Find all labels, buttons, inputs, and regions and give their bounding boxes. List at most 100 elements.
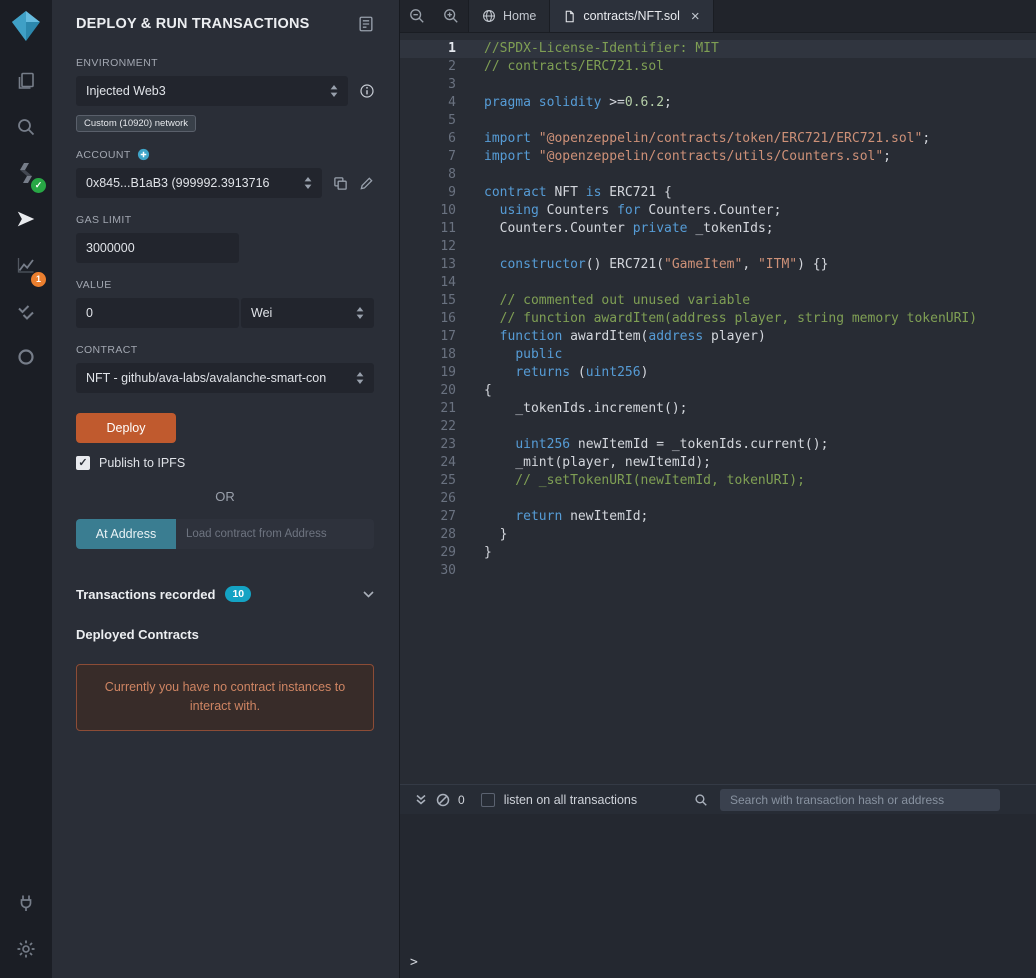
remix-logo-icon: [12, 11, 40, 41]
code-line-10[interactable]: 10 using Counters for Counters.Counter;: [400, 202, 1036, 220]
solidity-compiler-icon[interactable]: ✓: [0, 150, 52, 196]
zoom-in-icon[interactable]: [434, 0, 468, 32]
plugin-manager-icon[interactable]: [0, 880, 52, 926]
code-line-24[interactable]: 24 _mint(player, newItemId);: [400, 454, 1036, 472]
listen-transactions-checkbox[interactable]: [480, 792, 495, 807]
code-line-12[interactable]: 12: [400, 238, 1036, 256]
code-line-17[interactable]: 17 function awardItem(address player): [400, 328, 1036, 346]
publish-to-ipfs-checkbox[interactable]: ✓: [76, 456, 90, 470]
edit-account-icon[interactable]: [359, 176, 374, 191]
line-number: 29: [440, 545, 456, 560]
recorder-list-icon[interactable]: [357, 15, 375, 33]
line-number: 22: [440, 419, 456, 434]
line-content: constructor() ERC721("GameItem", "ITM") …: [499, 257, 829, 272]
line-number: 19: [440, 365, 456, 380]
line-content: import "@openzeppelin/contracts/token/ER…: [484, 131, 931, 146]
code-line-6[interactable]: 6 import "@openzeppelin/contracts/token/E…: [400, 130, 1036, 148]
code-line-8[interactable]: 8: [400, 166, 1036, 184]
panel-title: DEPLOY & RUN TRANSACTIONS: [76, 16, 310, 32]
account-selected: 0x845...B1aB3 (999992.3913716: [86, 176, 270, 190]
static-analysis-icon[interactable]: 1: [0, 242, 52, 288]
tab-nft-sol[interactable]: contracts/NFT.sol ×: [550, 0, 714, 32]
copy-account-icon[interactable]: [333, 176, 348, 191]
code-line-26[interactable]: 26: [400, 490, 1036, 508]
toggle-terminal-icon[interactable]: [410, 794, 432, 806]
value-input[interactable]: [76, 298, 239, 328]
clear-console-icon[interactable]: [432, 793, 454, 807]
at-address-button[interactable]: At Address: [76, 519, 176, 549]
zoom-out-icon[interactable]: [400, 0, 434, 32]
code-line-19[interactable]: 19 returns (uint256): [400, 364, 1036, 382]
code-line-21[interactable]: 21 _tokenIds.increment();: [400, 400, 1036, 418]
line-content: [456, 76, 484, 94]
line-content: [456, 112, 484, 130]
line-number: 4: [448, 95, 456, 110]
code-line-4[interactable]: 4 pragma solidity >=0.6.2;: [400, 94, 1036, 112]
line-content: [456, 562, 484, 580]
editor-area: Home contracts/NFT.sol × 1 //SPDX-License…: [400, 0, 1036, 978]
tab-home-label: Home: [503, 9, 537, 23]
search-icon[interactable]: [0, 104, 52, 150]
code-line-13[interactable]: 13 constructor() ERC721("GameItem", "ITM…: [400, 256, 1036, 274]
line-content: returns (uint256): [515, 365, 649, 380]
terminal-search-icon: [690, 793, 712, 807]
code-line-25[interactable]: 25 // _setTokenURI(newItemId, tokenURI);: [400, 472, 1036, 490]
code-line-2[interactable]: 2 // contracts/ERC721.sol: [400, 58, 1036, 76]
contract-select[interactable]: NFT - github/ava-labs/avalanche-smart-co…: [76, 363, 374, 393]
tab-home[interactable]: Home: [468, 0, 551, 32]
environment-select[interactable]: Injected Web3: [76, 76, 348, 106]
line-content: public: [515, 347, 563, 362]
environment-info-icon[interactable]: [360, 84, 374, 98]
line-content: import "@openzeppelin/contracts/utils/Co…: [484, 149, 891, 164]
code-line-7[interactable]: 7 import "@openzeppelin/contracts/utils/C…: [400, 148, 1036, 166]
code-line-20[interactable]: 20 {: [400, 382, 1036, 400]
code-line-14[interactable]: 14: [400, 274, 1036, 292]
chevron-down-icon[interactable]: [363, 585, 374, 603]
line-number: 15: [440, 293, 456, 308]
code-editor[interactable]: 1 //SPDX-License-Identifier: MIT 2 // contr…: [400, 33, 1036, 784]
line-content: [456, 238, 484, 256]
code-line-27[interactable]: 27 return newItemId;: [400, 508, 1036, 526]
line-number: 2: [448, 59, 456, 74]
environment-label: ENVIRONMENT: [76, 57, 158, 69]
code-line-1[interactable]: 1 //SPDX-License-Identifier: MIT: [400, 40, 1036, 58]
settings-icon[interactable]: [0, 926, 52, 972]
line-content: using Counters for Counters.Counter;: [499, 203, 782, 218]
gas-limit-input[interactable]: [76, 233, 239, 263]
file-explorer-icon[interactable]: [0, 58, 52, 104]
add-account-icon[interactable]: [137, 148, 150, 161]
code-line-15[interactable]: 15 // commented out unused variable: [400, 292, 1036, 310]
remix-ide: ✓ 1 DEPLOY & RUN TRANSACTIONS ENVIRONMEN…: [0, 0, 1036, 978]
transactions-recorded-toggle[interactable]: Transactions recorded 10: [76, 585, 374, 603]
account-select[interactable]: 0x845...B1aB3 (999992.3913716: [76, 168, 322, 198]
line-number: 13: [440, 257, 456, 272]
line-content: contract NFT is ERC721 {: [484, 185, 672, 200]
network-badge: Custom (10920) network: [76, 115, 197, 132]
code-lines: 1 //SPDX-License-Identifier: MIT 2 // contr…: [400, 40, 1036, 580]
code-line-5[interactable]: 5: [400, 112, 1036, 130]
line-content: {: [484, 383, 492, 398]
code-line-30[interactable]: 30: [400, 562, 1036, 580]
pending-transactions-count: 0: [458, 792, 465, 807]
terminal-search-input[interactable]: [720, 788, 1000, 811]
code-line-16[interactable]: 16 // function awardItem(address player,…: [400, 310, 1036, 328]
line-number: 8: [448, 167, 456, 182]
code-line-18[interactable]: 18 public: [400, 346, 1036, 364]
code-line-23[interactable]: 23 uint256 newItemId = _tokenIds.current…: [400, 436, 1036, 454]
line-content: // function awardItem(address player, st…: [484, 311, 978, 326]
plugin-circle-icon[interactable]: [0, 334, 52, 380]
code-line-3[interactable]: 3: [400, 76, 1036, 94]
code-line-11[interactable]: 11 Counters.Counter private _tokenIds;: [400, 220, 1036, 238]
at-address-input[interactable]: [176, 519, 374, 549]
value-unit-select[interactable]: Wei: [241, 298, 374, 328]
code-line-22[interactable]: 22: [400, 418, 1036, 436]
unit-testing-icon[interactable]: [0, 288, 52, 334]
code-line-9[interactable]: 9 contract NFT is ERC721 {: [400, 184, 1036, 202]
deploy-button[interactable]: Deploy: [76, 413, 176, 443]
close-tab-icon[interactable]: ×: [691, 9, 700, 24]
remix-logo[interactable]: [0, 0, 52, 52]
deploy-run-icon[interactable]: [0, 196, 52, 242]
code-line-28[interactable]: 28 }: [400, 526, 1036, 544]
code-line-29[interactable]: 29}: [400, 544, 1036, 562]
terminal[interactable]: >: [400, 814, 1036, 978]
